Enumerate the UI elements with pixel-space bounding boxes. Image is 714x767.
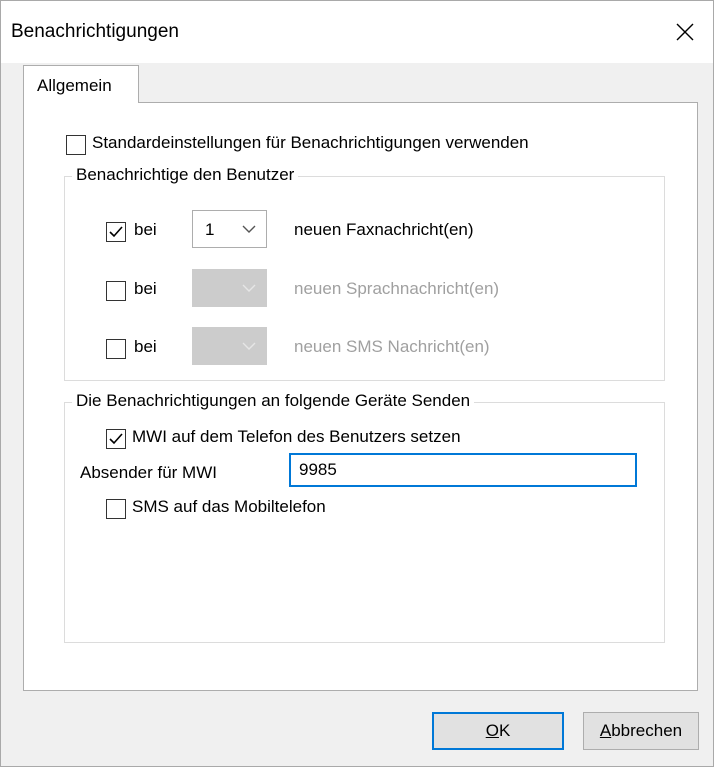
fax-count-value: 1 (205, 220, 215, 239)
standard-settings-checkbox[interactable] (66, 135, 86, 155)
voice-count-select[interactable] (192, 269, 267, 307)
sms-text: neuen SMS Nachricht(en) (294, 337, 490, 356)
fax-bei-label: bei (134, 220, 157, 239)
cancel-button[interactable]: Abbrechen (583, 712, 699, 750)
title-bar: Benachrichtigungen (1, 1, 713, 63)
sms-mobile-checkbox[interactable] (106, 499, 126, 519)
chevron-down-icon (242, 342, 256, 350)
mwi-checkbox[interactable] (106, 429, 126, 449)
tab-label: Allgemein (37, 76, 112, 95)
sender-input[interactable]: 9985 (289, 453, 637, 487)
dialog-window: Benachrichtigungen Allgemein Standardein… (0, 0, 714, 767)
sender-label: Absender für MWI (80, 463, 217, 482)
sms-mobile-label: SMS auf das Mobiltelefon (132, 497, 326, 516)
notify-group-legend: Benachrichtige den Benutzer (72, 165, 299, 185)
close-button[interactable] (657, 1, 713, 63)
sender-value: 9985 (299, 460, 337, 479)
window-title: Benachrichtigungen (11, 21, 179, 42)
fax-text: neuen Faxnachricht(en) (294, 220, 474, 239)
sms-bei-label: bei (134, 337, 157, 356)
chevron-down-icon (242, 284, 256, 292)
voice-text: neuen Sprachnachricht(en) (294, 279, 500, 298)
fax-count-select[interactable]: 1 (192, 210, 267, 248)
sms-count-checkbox[interactable] (106, 339, 126, 359)
voice-checkbox[interactable] (106, 281, 126, 301)
voice-bei-label: bei (134, 279, 157, 298)
tab-panel: Standardeinstellungen für Benachrichtigu… (23, 102, 698, 691)
chevron-down-icon (242, 225, 256, 233)
ok-button[interactable]: OK (432, 712, 564, 750)
fax-checkbox[interactable] (106, 222, 126, 242)
standard-settings-label: Standardeinstellungen für Benachrichtigu… (92, 133, 529, 152)
sms-count-select[interactable] (192, 327, 267, 365)
mwi-label: MWI auf dem Telefon des Benutzers setzen (132, 427, 461, 446)
close-icon (676, 23, 694, 41)
devices-group-legend: Die Benachrichtigungen an folgende Gerät… (72, 391, 475, 411)
tab-allgemein[interactable]: Allgemein (23, 65, 139, 103)
